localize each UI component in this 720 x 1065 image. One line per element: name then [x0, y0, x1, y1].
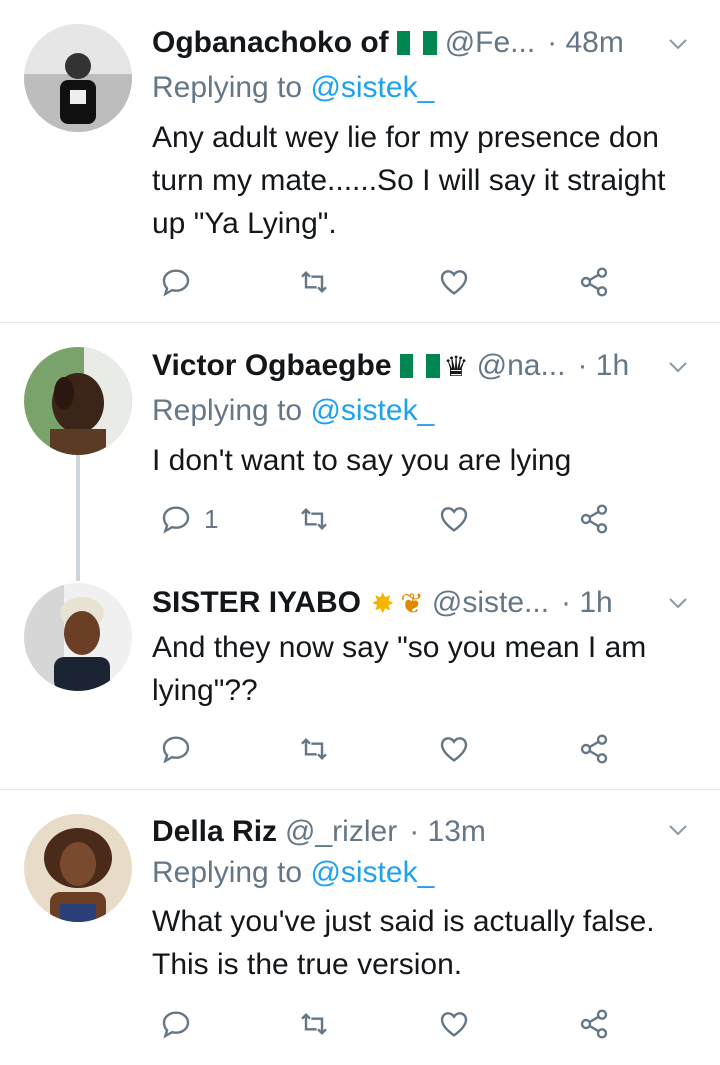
reply-button[interactable]: [160, 1004, 204, 1044]
retweet-icon: [301, 1012, 327, 1036]
tweet[interactable]: Victor Ogbaegbe ♛ @na... · 1h Replying t…: [0, 323, 720, 581]
like-icon: [440, 1012, 468, 1037]
display-name[interactable]: SISTER IYABO: [152, 586, 361, 620]
retweet-icon: [301, 507, 327, 531]
display-name[interactable]: Della Riz: [152, 815, 277, 849]
tweet-text: I don't want to say you are lying: [152, 444, 572, 477]
replying-to-label: Replying to: [152, 394, 303, 427]
like-icon: [440, 270, 468, 295]
nigeria-flag-icon: [396, 31, 437, 55]
username[interactable]: @na...: [477, 349, 566, 383]
tweet[interactable]: Ogbanachoko of @Fe... · 48m Replying to …: [0, 0, 720, 322]
replying-to: Replying to @sistek_: [152, 68, 434, 108]
tweet[interactable]: SISTER IYABO ✸ ❦ @siste... · 1h And they…: [0, 575, 720, 789]
tweet[interactable]: Della Riz @_rizler · 13m Replying to @si…: [0, 790, 720, 1065]
like-icon: [440, 737, 468, 762]
retweet-button[interactable]: [298, 499, 330, 539]
display-name[interactable]: Ogbanachoko of: [152, 26, 389, 60]
share-button[interactable]: [578, 262, 610, 302]
retweet-button[interactable]: [298, 262, 330, 302]
butterfly-icon: ❦: [400, 587, 424, 619]
like-button[interactable]: [438, 262, 470, 302]
reply-count: 1: [204, 503, 219, 534]
avatar[interactable]: [24, 24, 132, 132]
avatar[interactable]: [24, 347, 132, 455]
sparkle-star-icon: ✸: [370, 587, 395, 619]
tweet-text: And they now say "so you mean I am lying…: [152, 631, 647, 707]
nigeria-flag-icon: [399, 354, 440, 378]
username[interactable]: @siste...: [432, 586, 549, 620]
timestamp[interactable]: · 13m: [409, 815, 486, 849]
reply-icon: [162, 736, 190, 764]
share-icon: [580, 1009, 608, 1039]
reply-button[interactable]: [160, 729, 204, 769]
username[interactable]: @_rizler: [285, 815, 397, 849]
display-name[interactable]: Victor Ogbaegbe: [152, 349, 392, 383]
reply-button[interactable]: 1: [160, 499, 218, 539]
timestamp[interactable]: · 1h: [577, 349, 629, 383]
retweet-button[interactable]: [298, 1004, 330, 1044]
share-icon: [580, 504, 608, 534]
like-button[interactable]: [438, 1004, 470, 1044]
chevron-down-icon[interactable]: [666, 818, 690, 842]
share-icon: [580, 734, 608, 764]
retweet-button[interactable]: [298, 729, 330, 769]
timestamp[interactable]: · 1h: [561, 586, 613, 620]
replying-to-handle[interactable]: @sistek_: [310, 856, 434, 889]
tweet-actions: [152, 262, 652, 302]
crown-icon: ♛: [443, 350, 469, 382]
like-icon: [440, 507, 468, 532]
reply-button[interactable]: [160, 262, 204, 302]
reply-icon: [162, 1011, 190, 1039]
avatar[interactable]: [24, 814, 132, 922]
tweet-text: What you've just said is actually false.…: [152, 905, 655, 981]
replying-to-label: Replying to: [152, 856, 303, 889]
tweet-header: Ogbanachoko of @Fe... · 48m: [152, 21, 658, 65]
like-button[interactable]: [438, 499, 470, 539]
replying-to-label: Replying to: [152, 71, 303, 104]
avatar[interactable]: [24, 583, 132, 691]
username[interactable]: @Fe...: [445, 26, 535, 60]
chevron-down-icon[interactable]: [666, 32, 690, 56]
replying-to: Replying to @sistek_: [152, 853, 434, 893]
tweet-actions: 1: [152, 499, 652, 539]
chevron-down-icon[interactable]: [666, 355, 690, 379]
retweet-icon: [301, 270, 327, 294]
timestamp[interactable]: · 48m: [547, 26, 624, 60]
reply-icon: [162, 506, 190, 534]
retweet-icon: [301, 737, 327, 761]
tweet-header: SISTER IYABO ✸ ❦ @siste... · 1h: [152, 581, 658, 625]
replying-to-handle[interactable]: @sistek_: [310, 71, 434, 104]
replying-to: Replying to @sistek_: [152, 391, 434, 431]
like-button[interactable]: [438, 729, 470, 769]
chevron-down-icon[interactable]: [666, 591, 690, 615]
replying-to-handle[interactable]: @sistek_: [310, 394, 434, 427]
share-button[interactable]: [578, 1004, 610, 1044]
tweet-actions: [152, 1004, 652, 1044]
tweet-header: Victor Ogbaegbe ♛ @na... · 1h: [152, 344, 658, 388]
tweet-header: Della Riz @_rizler · 13m: [152, 810, 658, 854]
share-icon: [580, 267, 608, 297]
tweet-actions: [152, 729, 652, 769]
reply-icon: [162, 269, 190, 297]
share-button[interactable]: [578, 729, 610, 769]
tweet-text: Any adult wey lie for my presence don tu…: [152, 121, 666, 240]
thread-line: [76, 455, 80, 581]
share-button[interactable]: [578, 499, 610, 539]
